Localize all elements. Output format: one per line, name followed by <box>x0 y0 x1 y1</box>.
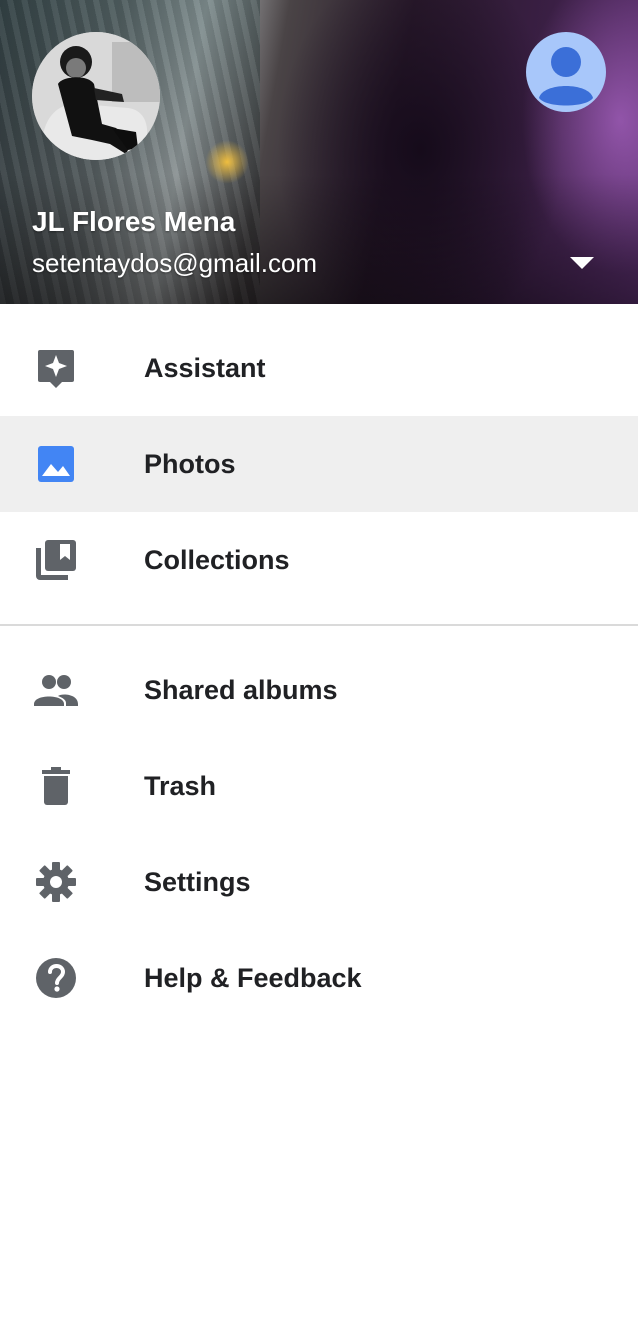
help-icon <box>32 954 80 1002</box>
menu-label-collections: Collections <box>144 545 290 575</box>
menu-label-assistant: Assistant <box>144 353 266 383</box>
gear-icon <box>32 858 80 906</box>
menu-label-trash: Trash <box>144 771 217 801</box>
menu-label-help-feedback: Help & Feedback <box>144 963 362 993</box>
menu-label-settings: Settings <box>144 867 251 897</box>
collections-bookmark-icon <box>32 536 80 584</box>
menu-item-trash[interactable]: Trash <box>0 738 638 834</box>
account-circle-icon[interactable] <box>526 32 606 112</box>
header-gradient-overlay <box>0 174 638 304</box>
assistant-icon <box>32 344 80 392</box>
primary-menu: Assistant Photos Collections <box>0 304 638 624</box>
trash-icon <box>32 762 80 810</box>
navigation-drawer: JL Flores Mena setentaydos@gmail.com Ass… <box>0 0 638 1334</box>
menu-label-photos: Photos <box>144 449 236 479</box>
menu-item-settings[interactable]: Settings <box>0 834 638 930</box>
menu-item-help-feedback[interactable]: Help & Feedback <box>0 930 638 1026</box>
account-name: JL Flores Mena <box>32 206 236 237</box>
arrow-drop-down-icon[interactable] <box>570 256 594 269</box>
menu-item-collections[interactable]: Collections <box>0 512 638 608</box>
people-icon <box>32 666 80 714</box>
profile-photo[interactable] <box>32 32 160 160</box>
account-header: JL Flores Mena setentaydos@gmail.com <box>0 0 638 304</box>
photo-icon <box>32 440 80 488</box>
menu-item-photos[interactable]: Photos <box>0 416 638 512</box>
secondary-menu: Shared albums Trash Settings Help & Feed… <box>0 626 638 1042</box>
menu-label-shared-albums: Shared albums <box>144 675 338 705</box>
menu-item-assistant[interactable]: Assistant <box>0 320 638 416</box>
account-email: setentaydos@gmail.com <box>32 248 318 278</box>
menu-item-shared-albums[interactable]: Shared albums <box>0 642 638 738</box>
